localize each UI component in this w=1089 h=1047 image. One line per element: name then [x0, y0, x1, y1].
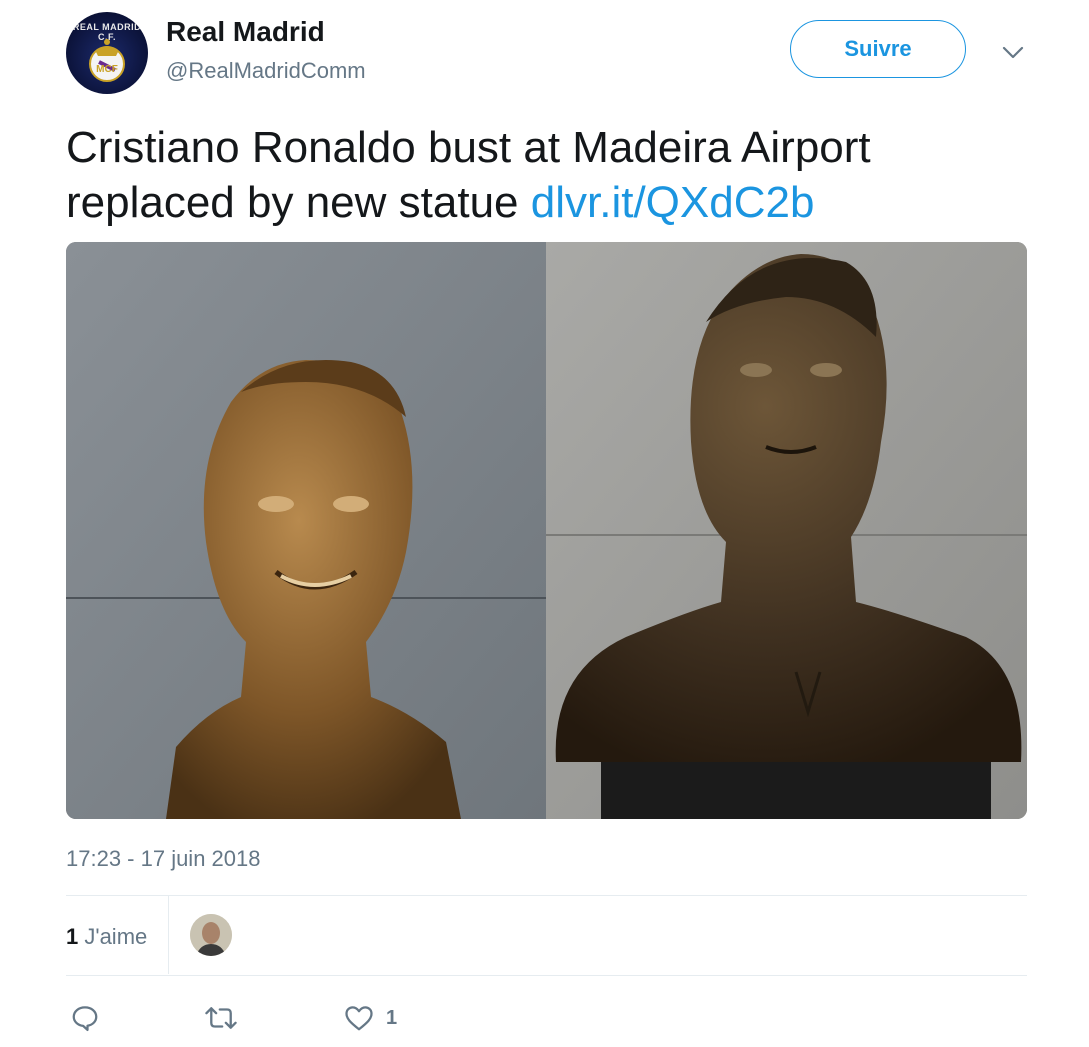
- tweet-timestamp[interactable]: 17:23 - 17 juin 2018: [66, 846, 261, 872]
- divider: [66, 975, 1027, 976]
- like-count: 1: [386, 1006, 398, 1029]
- divider: [66, 895, 1027, 896]
- like-button[interactable]: 1: [344, 1002, 397, 1034]
- retweet-icon: [205, 1007, 237, 1029]
- retweet-button[interactable]: [204, 1002, 238, 1034]
- tweet-link[interactable]: dlvr.it/QXdC2b: [531, 178, 815, 227]
- photo-bust-comparison-icon: [66, 242, 1027, 819]
- svg-text:MCF: MCF: [96, 64, 118, 75]
- account-name[interactable]: Real Madrid: [166, 16, 325, 48]
- liker-avatar[interactable]: [190, 914, 232, 956]
- real-madrid-crest-icon: MCF: [89, 39, 125, 82]
- account-handle[interactable]: @RealMadridComm: [166, 58, 366, 84]
- likes-label: J'aime: [84, 924, 148, 949]
- likes-summary[interactable]: 1 J'aime: [66, 924, 147, 950]
- heart-icon: [345, 1006, 373, 1031]
- reply-button[interactable]: [70, 1002, 100, 1034]
- tweet-text: Cristiano Ronaldo bust at Madeira Airpor…: [66, 120, 1026, 230]
- divider: [168, 896, 169, 974]
- follow-button[interactable]: Suivre: [790, 20, 966, 78]
- chevron-down-icon[interactable]: [1000, 40, 1026, 66]
- tweet-photo[interactable]: [66, 242, 1027, 819]
- reply-icon: [72, 1006, 98, 1031]
- avatar[interactable]: REAL MADRID C.F. MCF: [66, 12, 148, 94]
- likes-count: 1: [66, 924, 79, 949]
